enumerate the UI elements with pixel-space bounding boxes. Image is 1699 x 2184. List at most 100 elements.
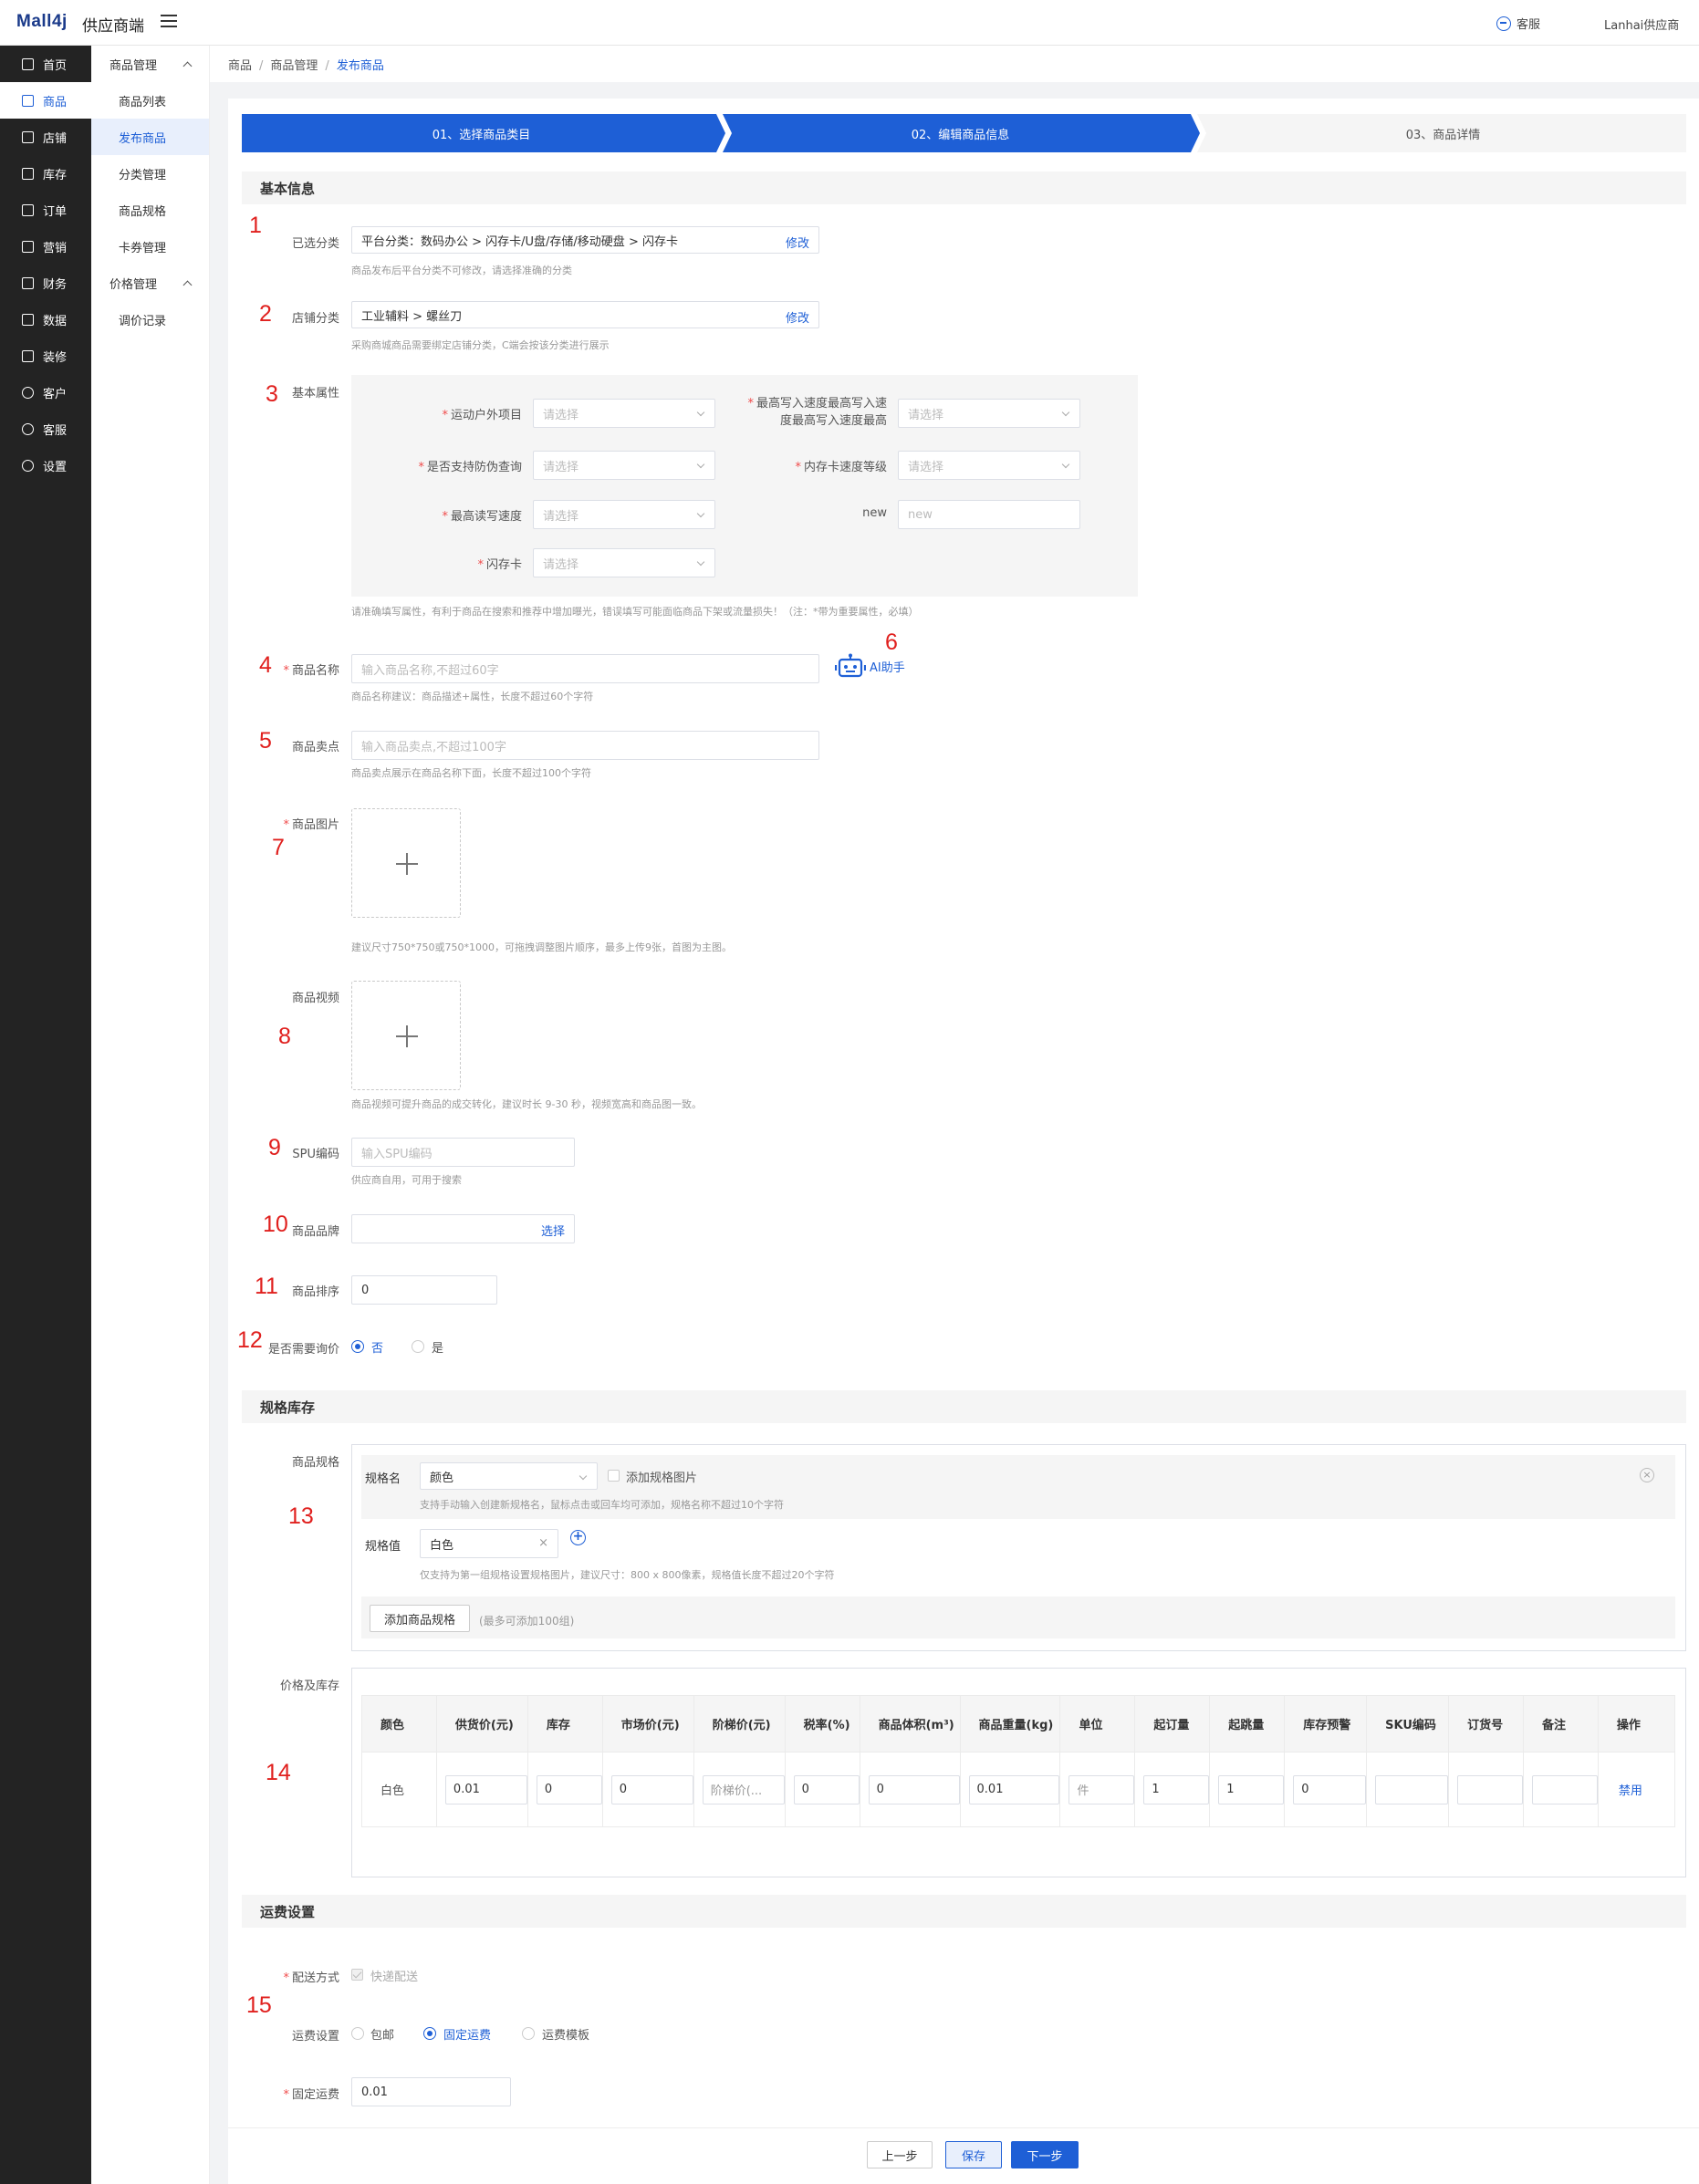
prev-step-button[interactable]: 上一步: [867, 2141, 933, 2168]
attr-select-flash-card[interactable]: 请选择: [533, 548, 715, 577]
product-video-label: 商品视频: [291, 992, 339, 1005]
inquiry-no-radio[interactable]: [351, 1340, 364, 1353]
freight-template-label[interactable]: 运费模板: [542, 2025, 589, 2043]
table-header: SKU编码: [1366, 1695, 1450, 1752]
breadcrumb-item[interactable]: 商品: [228, 59, 252, 73]
nav-item-finance[interactable]: 财务: [0, 265, 91, 301]
product-name-input[interactable]: 输入商品名称,不超过60字: [351, 654, 819, 683]
ai-helper-link[interactable]: AI助手: [870, 658, 905, 675]
attr-select-write-speed[interactable]: 请选择: [898, 399, 1080, 428]
nav-item-data[interactable]: 数据: [0, 301, 91, 338]
table-header: 单位: [1059, 1695, 1136, 1752]
annotation-number: 7: [272, 835, 285, 860]
category-field: 平台分类：数码办公 > 闪存卡/U盘/存储/移动硬盘 > 闪存卡 修改: [351, 226, 819, 254]
cell-color: 白色: [361, 1752, 437, 1827]
spec-value-tag: 白色 ×: [420, 1529, 558, 1558]
table-header: 备注: [1522, 1695, 1599, 1752]
table-header: 起跳量: [1209, 1695, 1286, 1752]
stock-warning-input[interactable]: 0: [1293, 1774, 1367, 1804]
remark-input[interactable]: [1531, 1774, 1598, 1804]
selling-point-input[interactable]: 输入商品卖点,不超过100字: [351, 731, 819, 760]
step-3: 03、商品详情: [1405, 128, 1481, 142]
brand-field[interactable]: 选择: [351, 1214, 575, 1243]
sort-input[interactable]: 0: [351, 1275, 497, 1305]
market-price-input[interactable]: 0: [610, 1774, 693, 1804]
nav-item-marketing[interactable]: 营销: [0, 228, 91, 265]
spec-label: 商品规格: [291, 1456, 339, 1470]
stock-input[interactable]: 0: [536, 1774, 602, 1804]
unit-input[interactable]: 件: [1068, 1774, 1135, 1804]
fixed-freight-radio[interactable]: [423, 2027, 436, 2040]
sku-code-input[interactable]: [1375, 1774, 1449, 1804]
subnav-item-publish-product[interactable]: 发布商品: [91, 119, 209, 155]
step-qty-input[interactable]: 1: [1218, 1774, 1285, 1804]
nav-item-decorate[interactable]: 装修: [0, 338, 91, 374]
inquiry-yes-radio[interactable]: [412, 1340, 424, 1353]
disable-link[interactable]: 禁用: [1619, 1784, 1642, 1798]
nav-item-product[interactable]: 商品: [0, 82, 91, 119]
product-video-hint: 商品视频可提升商品的成交转化，建议时长 9-30 秒，视频宽高和商品图一致。: [351, 1098, 702, 1110]
attr-select-anti-fake[interactable]: 请选择: [533, 451, 715, 480]
moq-input[interactable]: 1: [1143, 1774, 1210, 1804]
tax-rate-input[interactable]: 0: [793, 1774, 860, 1804]
free-shipping-radio[interactable]: [351, 2027, 364, 2040]
nav-item-home[interactable]: 首页: [0, 46, 91, 82]
supply-price-input[interactable]: 0.01: [444, 1774, 527, 1804]
next-step-button[interactable]: 下一步: [1011, 2141, 1079, 2168]
subnav-group-price-management[interactable]: 价格管理: [91, 265, 209, 301]
shop-category-edit-link[interactable]: 修改: [786, 308, 809, 326]
close-circle-icon[interactable]: ×: [1640, 1468, 1654, 1482]
shop-category-hint: 采购商城商品需要绑定店铺分类，C端会按该分类进行展示: [351, 339, 610, 351]
nav-item-customer[interactable]: 客户: [0, 374, 91, 411]
fixed-freight-input[interactable]: 0.01: [351, 2077, 511, 2106]
volume-input[interactable]: 0: [868, 1774, 960, 1804]
video-upload-box[interactable]: [351, 981, 461, 1090]
nav-item-order[interactable]: 订单: [0, 192, 91, 228]
subnav-item-coupon-management[interactable]: 卡券管理: [91, 228, 209, 265]
order-no-input[interactable]: [1457, 1774, 1523, 1804]
free-shipping-label[interactable]: 包邮: [370, 2025, 394, 2043]
spu-code-input[interactable]: 输入SPU编码: [351, 1138, 575, 1167]
subnav-item-product-list[interactable]: 商品列表: [91, 82, 209, 119]
subnav-item-price-records[interactable]: 调价记录: [91, 301, 209, 338]
nav-item-service[interactable]: 客服: [0, 411, 91, 447]
attr-label-anti-fake: * 是否支持防伪查询: [418, 461, 522, 474]
breadcrumb: 商品 / 商品管理 / 发布商品: [228, 59, 384, 73]
attr-select-outdoor[interactable]: 请选择: [533, 399, 715, 428]
menu-collapse-icon[interactable]: [161, 15, 177, 29]
add-spec-hint: (最多可添加100组): [479, 1615, 575, 1628]
nav-item-shop[interactable]: 店铺: [0, 119, 91, 155]
table-header-row: 颜色 供货价(元) 库存 市场价(元) 阶梯价(元) 税率(%) 商品体积(m³…: [361, 1695, 1676, 1752]
category-edit-link[interactable]: 修改: [786, 234, 809, 251]
add-spec-image-label[interactable]: 添加规格图片: [626, 1468, 697, 1485]
subnav-item-category-management[interactable]: 分类管理: [91, 155, 209, 192]
close-icon[interactable]: ×: [538, 1536, 548, 1550]
subnav-item-product-spec[interactable]: 商品规格: [91, 192, 209, 228]
chevron-down-icon: [578, 1472, 588, 1481]
freight-template-radio[interactable]: [522, 2027, 535, 2040]
user-name[interactable]: Lanhai供应商: [1604, 16, 1679, 33]
brand-select-link[interactable]: 选择: [541, 1222, 565, 1239]
save-button[interactable]: 保存: [945, 2141, 1002, 2168]
tier-price-input[interactable]: 阶梯价(...: [702, 1774, 785, 1804]
image-upload-box[interactable]: [351, 808, 461, 918]
add-circle-icon[interactable]: +: [570, 1530, 586, 1545]
nav-item-inventory[interactable]: 库存: [0, 155, 91, 192]
settings-icon: [22, 459, 34, 472]
freight-setting-label: 运费设置: [291, 2030, 339, 2044]
attr-select-card-speed[interactable]: 请选择: [898, 451, 1080, 480]
spec-name-select[interactable]: 颜色: [420, 1462, 598, 1490]
inquiry-no-label[interactable]: 否: [371, 1338, 383, 1356]
fixed-freight-label[interactable]: 固定运费: [443, 2025, 491, 2043]
inquiry-yes-label[interactable]: 是: [432, 1338, 443, 1356]
attr-input-new[interactable]: new: [898, 500, 1080, 529]
add-spec-image-checkbox[interactable]: [608, 1470, 620, 1482]
attr-select-rw-speed[interactable]: 请选择: [533, 500, 715, 529]
weight-input[interactable]: 0.01: [968, 1774, 1060, 1804]
breadcrumb-item[interactable]: 商品管理: [270, 59, 318, 73]
robot-icon[interactable]: [835, 653, 866, 679]
add-spec-button[interactable]: 添加商品规格: [370, 1605, 470, 1632]
nav-item-settings[interactable]: 设置: [0, 447, 91, 484]
subnav-group-product-management[interactable]: 商品管理: [91, 46, 209, 82]
top-service-link[interactable]: 客服: [1496, 15, 1540, 32]
